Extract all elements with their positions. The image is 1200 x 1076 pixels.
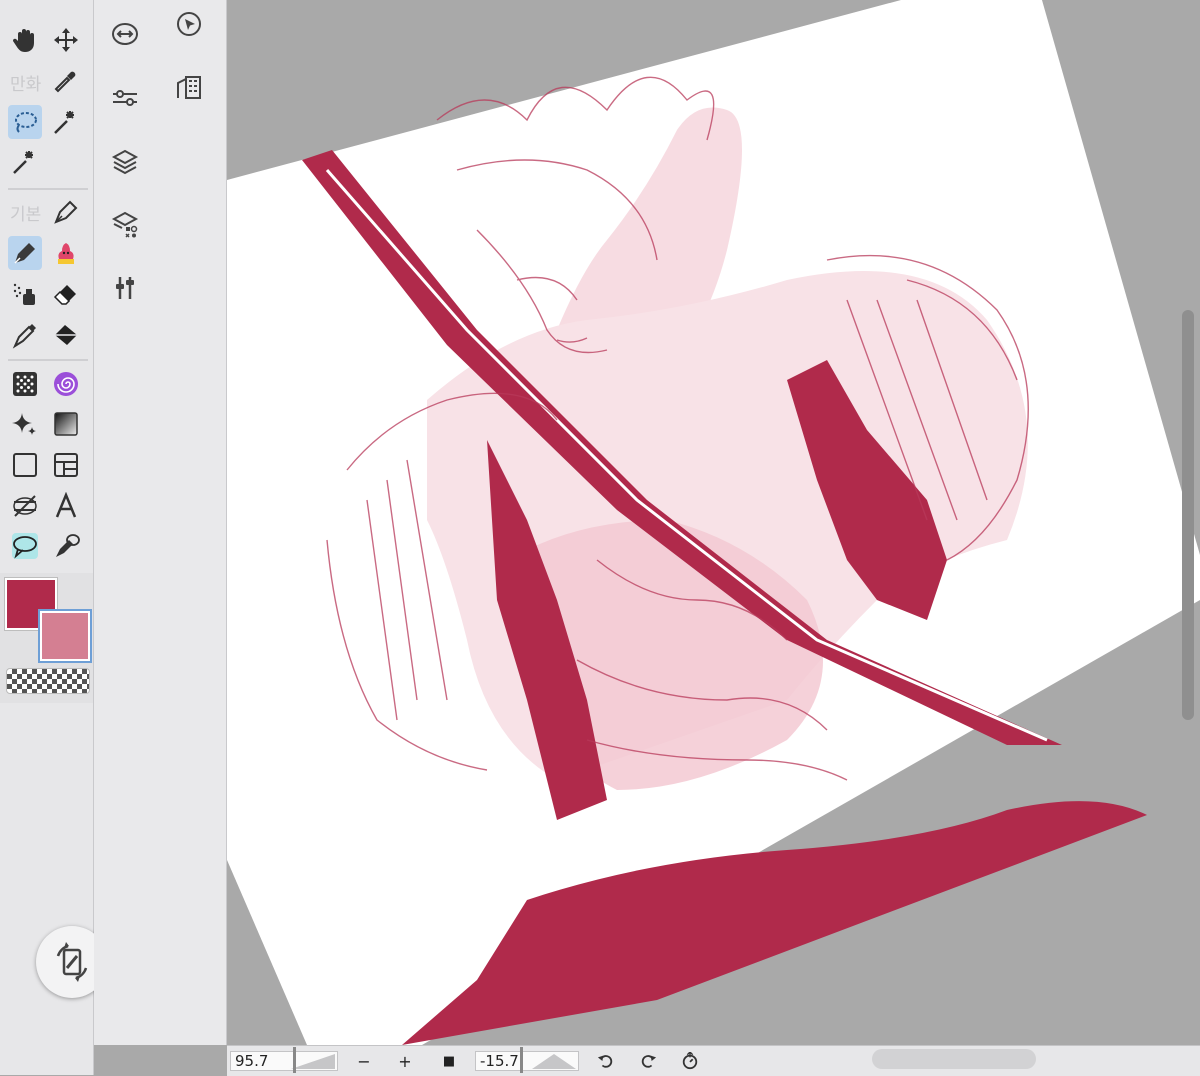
hand-icon[interactable] (8, 23, 42, 57)
rotate-right-icon (641, 1055, 657, 1068)
undo-redo-icon[interactable] (108, 17, 142, 51)
move-icon[interactable] (49, 23, 83, 57)
vertical-scrollbar[interactable] (1182, 310, 1194, 720)
buildings-icon[interactable] (172, 70, 206, 104)
airbrush-icon[interactable] (8, 277, 42, 311)
reset-rotation-button[interactable] (679, 1050, 701, 1072)
ice-cream-brush-icon[interactable] (49, 236, 83, 270)
magic-wand-icon[interactable] (49, 105, 83, 139)
paint-brush-icon[interactable] (8, 318, 42, 352)
lasso-icon[interactable] (8, 105, 42, 139)
eyedropper-icon[interactable] (49, 64, 83, 98)
drawing-canvas[interactable] (227, 0, 1200, 1045)
gradient-icon[interactable] (49, 407, 83, 441)
zoom-slider-knob[interactable] (293, 1047, 296, 1073)
canvas-area[interactable] (227, 0, 1200, 1045)
ruler-icon[interactable] (8, 489, 42, 523)
zoom-wedge-icon (291, 1054, 335, 1069)
zoom-slider[interactable]: 95.7 (230, 1047, 338, 1073)
section-label-basic: 기본 (10, 205, 42, 225)
rotation-value: -15.7 (480, 1052, 519, 1070)
rotate-right-button[interactable] (637, 1050, 659, 1072)
fill-bucket-icon[interactable] (49, 318, 83, 352)
status-bar: 95.7 − + ■ -15.7 (227, 1045, 1200, 1076)
command-bar (94, 0, 227, 1045)
rotate-left-button[interactable] (595, 1050, 617, 1072)
rotate-screen-icon (56, 942, 88, 982)
pen-nib-icon[interactable] (49, 195, 83, 229)
select-icon[interactable] (172, 7, 206, 41)
sparkle-icon[interactable] (8, 145, 42, 179)
eraser-icon[interactable] (49, 277, 83, 311)
star-sparkle-icon[interactable] (8, 407, 42, 441)
rotate-slider[interactable]: -15.7 (475, 1047, 579, 1073)
settings-icon[interactable] (108, 271, 142, 305)
zoom-in-button[interactable]: + (394, 1050, 416, 1072)
reset-rotation-icon (682, 1052, 698, 1070)
section-label-manga: 만화 (10, 75, 42, 95)
zoom-out-button[interactable]: − (353, 1050, 375, 1072)
frame-icon[interactable] (8, 448, 42, 482)
fit-view-button[interactable]: ■ (438, 1050, 460, 1072)
text-icon[interactable] (49, 489, 83, 523)
horizontal-scrollbar[interactable] (872, 1049, 1036, 1069)
pen-icon[interactable] (8, 236, 42, 270)
transparent-color-swatch[interactable] (6, 668, 90, 694)
layers-icon[interactable] (108, 145, 142, 179)
dot-pattern-icon[interactable] (8, 367, 42, 401)
spiral-icon[interactable] (49, 367, 83, 401)
sub-color-swatch[interactable] (40, 611, 90, 661)
speech-balloon-icon[interactable] (8, 529, 42, 563)
rotate-slider-knob[interactable] (520, 1047, 523, 1073)
zoom-value: 95.7 (235, 1052, 269, 1070)
balloon-pen-icon[interactable] (49, 529, 83, 563)
tool-separator (8, 188, 88, 190)
tool-separator (8, 359, 88, 361)
rotate-wedge-icon (532, 1054, 576, 1069)
tool-palette: 만화 기본 (0, 0, 108, 1075)
adjust-icon[interactable] (108, 81, 142, 115)
material-icon[interactable] (108, 207, 142, 241)
panel-icon[interactable] (49, 448, 83, 482)
rotate-left-icon (597, 1055, 613, 1068)
